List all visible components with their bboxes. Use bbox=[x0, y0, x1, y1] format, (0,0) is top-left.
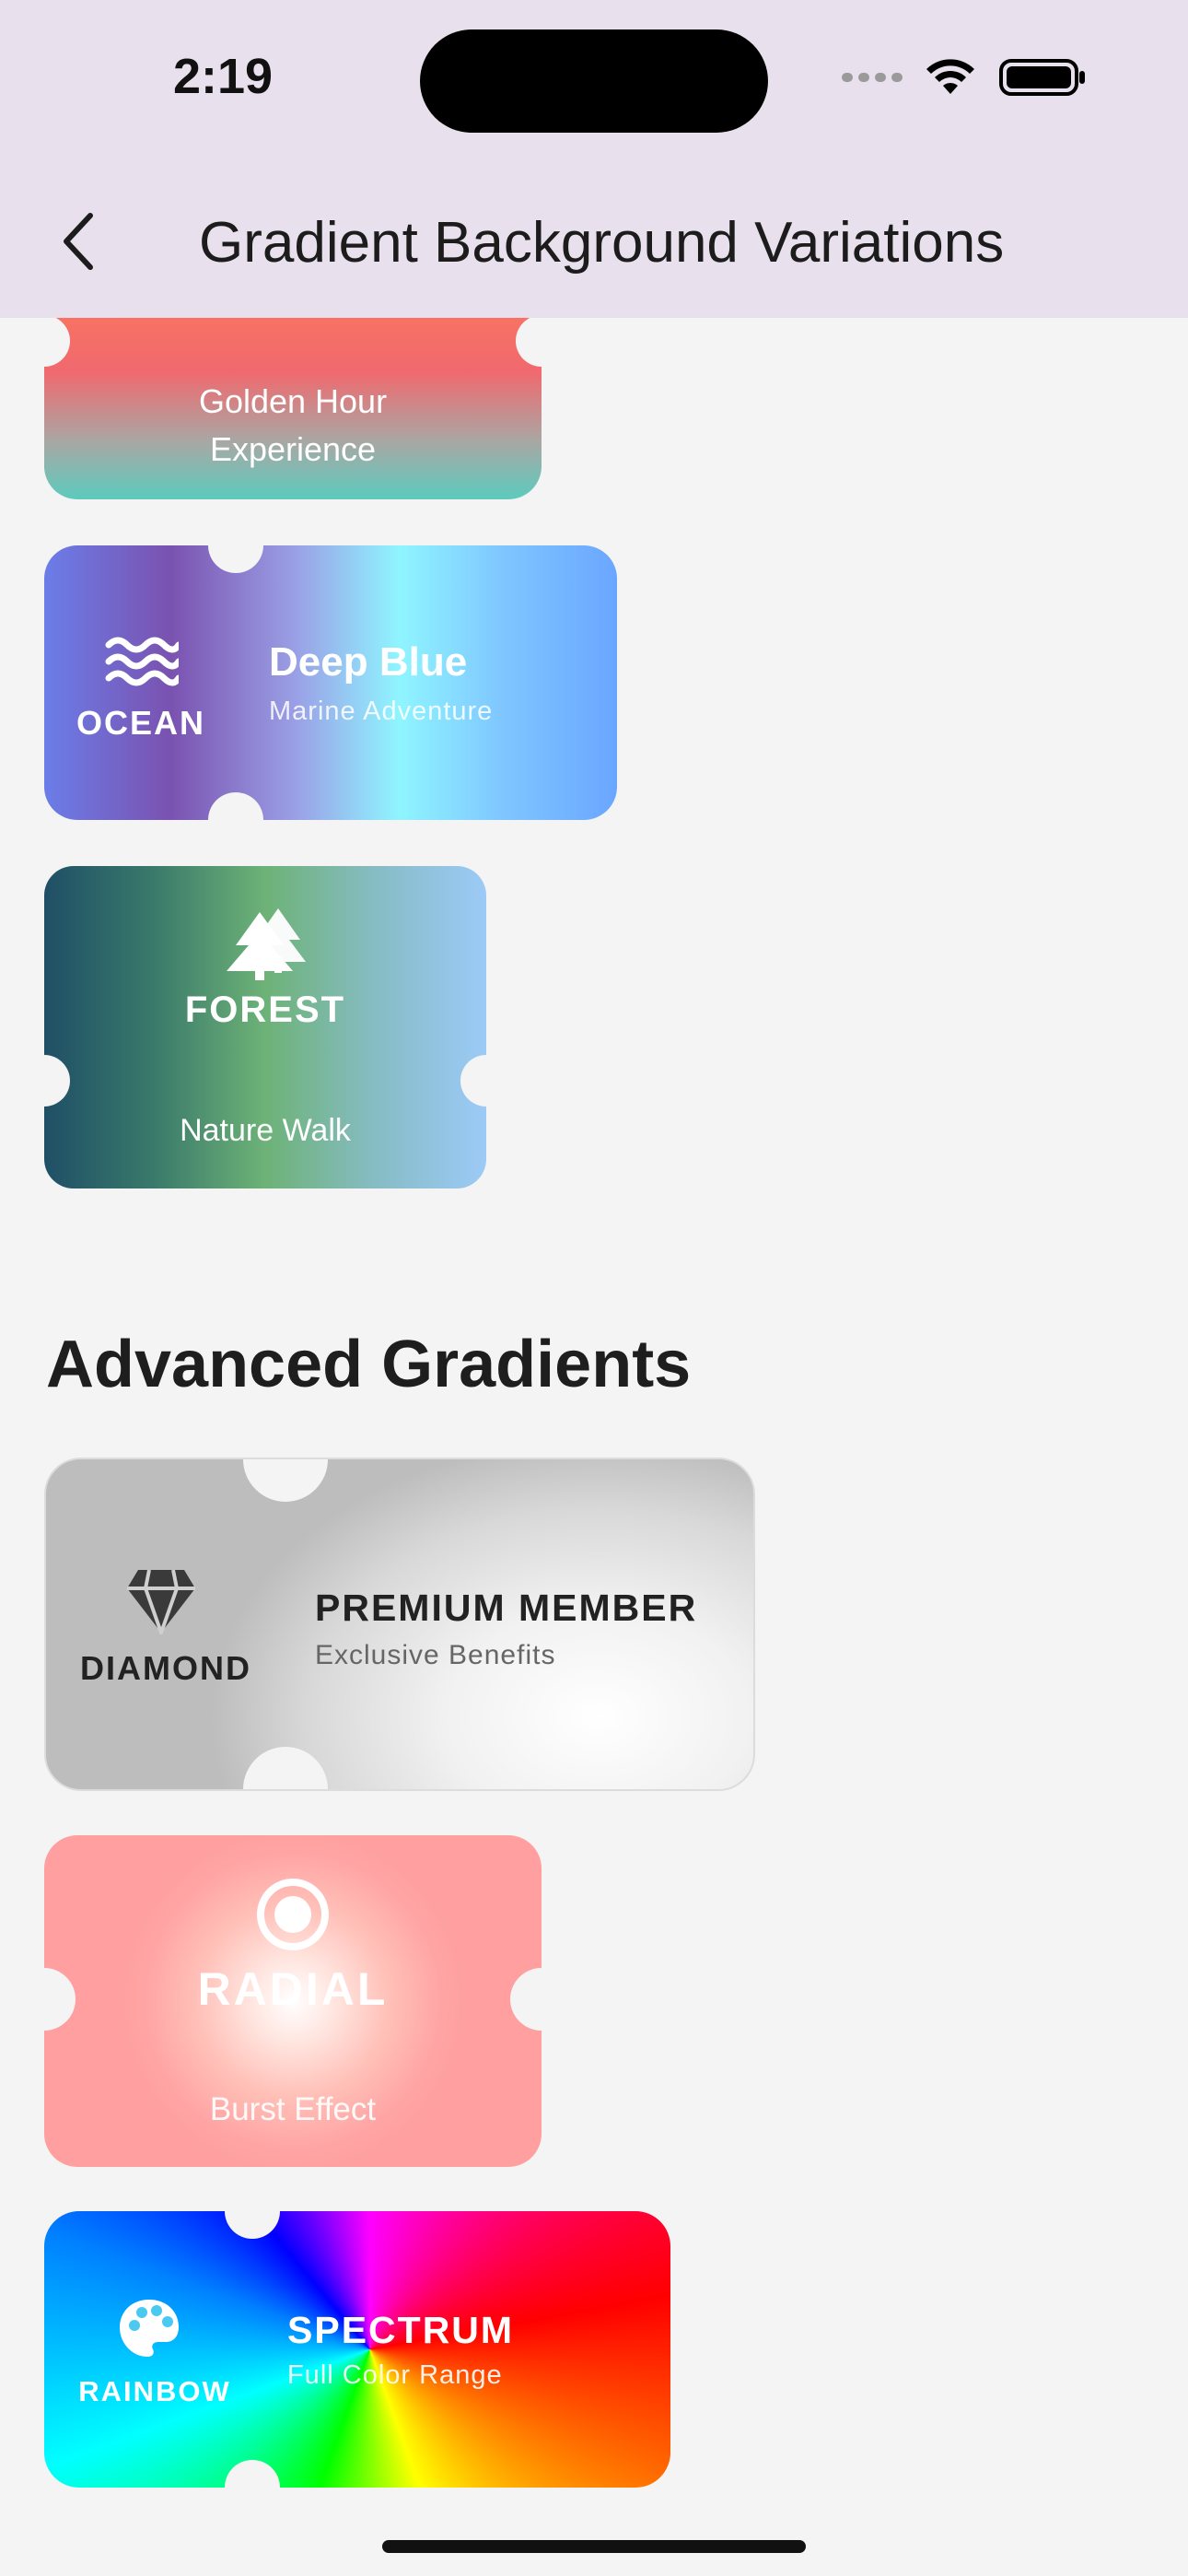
ticket-rainbow[interactable]: RAINBOW SPECTRUM Full Color Range bbox=[44, 2211, 670, 2488]
ticket-notch bbox=[208, 792, 263, 820]
ticket-notch bbox=[225, 2460, 280, 2488]
cellular-signal-icon bbox=[842, 73, 903, 82]
ticket-notch bbox=[516, 315, 542, 367]
ticket-notch bbox=[243, 1747, 328, 1789]
page-title: Gradient Background Variations bbox=[199, 211, 1005, 275]
trees-icon bbox=[227, 908, 306, 980]
diamond-icon bbox=[127, 1569, 195, 1634]
ticket-notch bbox=[225, 2211, 280, 2239]
ticket-forest[interactable]: FOREST Nature Walk bbox=[44, 866, 486, 1188]
premium-title: PREMIUM MEMBER bbox=[315, 1587, 698, 1629]
diamond-badge: DIAMOND bbox=[80, 1649, 251, 1687]
ticket-notch bbox=[208, 545, 263, 573]
spectrum-title: SPECTRUM bbox=[287, 2309, 515, 2351]
home-indicator[interactable] bbox=[382, 2540, 806, 2553]
ticket-notch bbox=[44, 1055, 70, 1107]
top-bar: 2:19 Gradient Background Variations bbox=[0, 0, 1188, 318]
ocean-subtitle: Marine Adventure bbox=[269, 697, 494, 726]
golden-line-1: Golden Hour bbox=[198, 382, 388, 420]
palette-icon bbox=[120, 2300, 179, 2357]
radial-subtitle: Burst Effect bbox=[209, 2091, 377, 2127]
dynamic-island bbox=[420, 29, 768, 133]
ticket-ocean[interactable]: OCEAN Deep Blue Marine Adventure bbox=[44, 545, 617, 820]
golden-line-2: Experience bbox=[209, 430, 377, 468]
ticket-premium[interactable]: DIAMOND PREMIUM MEMBER Exclusive Benefit… bbox=[44, 1458, 755, 1791]
premium-subtitle: Exclusive Benefits bbox=[315, 1640, 556, 1670]
waves-icon bbox=[105, 637, 179, 686]
status-time: 2:19 bbox=[173, 49, 274, 104]
wifi-icon bbox=[926, 59, 974, 94]
forest-subtitle: Nature Walk bbox=[180, 1113, 351, 1148]
radial-title: RADIAL bbox=[197, 1963, 389, 2015]
ocean-badge: OCEAN bbox=[76, 704, 205, 742]
ticket-notch bbox=[243, 1459, 328, 1502]
back-chevron-icon[interactable] bbox=[57, 210, 98, 273]
ticket-radial[interactable]: RADIAL Burst Effect bbox=[44, 1835, 542, 2167]
status-icons bbox=[842, 57, 1087, 98]
target-icon bbox=[257, 1879, 329, 1950]
spectrum-subtitle: Full Color Range bbox=[287, 2360, 503, 2390]
ticket-notch bbox=[44, 315, 70, 367]
ocean-title: Deep Blue bbox=[269, 639, 468, 685]
section-title-advanced: Advanced Gradients bbox=[46, 1328, 692, 1401]
forest-title: FOREST bbox=[184, 989, 346, 1030]
rainbow-badge: RAINBOW bbox=[78, 2375, 231, 2407]
ticket-notch bbox=[460, 1055, 486, 1107]
battery-icon bbox=[999, 59, 1085, 96]
